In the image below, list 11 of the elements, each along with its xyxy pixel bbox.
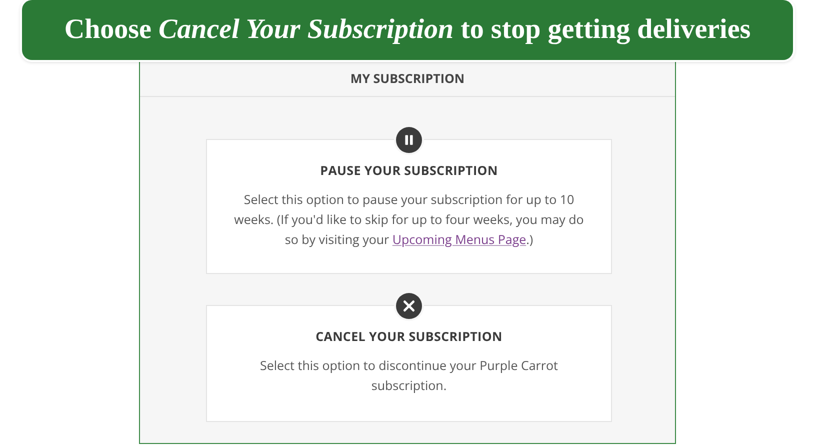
caption-text: Choose Cancel Your Subscription to stop getting deliveries [64,14,751,46]
option-card[interactable]: PAUSE YOUR SUBSCRIPTION Select this option to pause your subscription for up to 10 weeks. (If you'd like to skip for up to four weeks, you may do so by visiting your Upcoming Menus Page.) [206,139,612,274]
close-icon [396,293,422,319]
option-title: CANCEL YOUR SUBSCRIPTION [314,328,504,345]
panel-title: MY SUBSCRIPTION [350,70,465,86]
menus-page-link[interactable]: Upcoming Menus Page [392,231,526,248]
option-title: PAUSE YOUR SUBSCRIPTION [319,162,499,179]
pause-icon [396,127,422,153]
option-description: Select this option to pause your subscription for up to 10 weeks. (If you'd like to skip for up to four weeks, you may do so by visiting your Upcoming Menus Page.) [233,190,585,250]
option-description: Select this option to discontinue your Purple Carrot subscription. [259,356,559,396]
option-card[interactable]: CANCEL YOUR SUBSCRIPTION Select this option to discontinue your Purple Carrot subscription. [206,305,612,422]
